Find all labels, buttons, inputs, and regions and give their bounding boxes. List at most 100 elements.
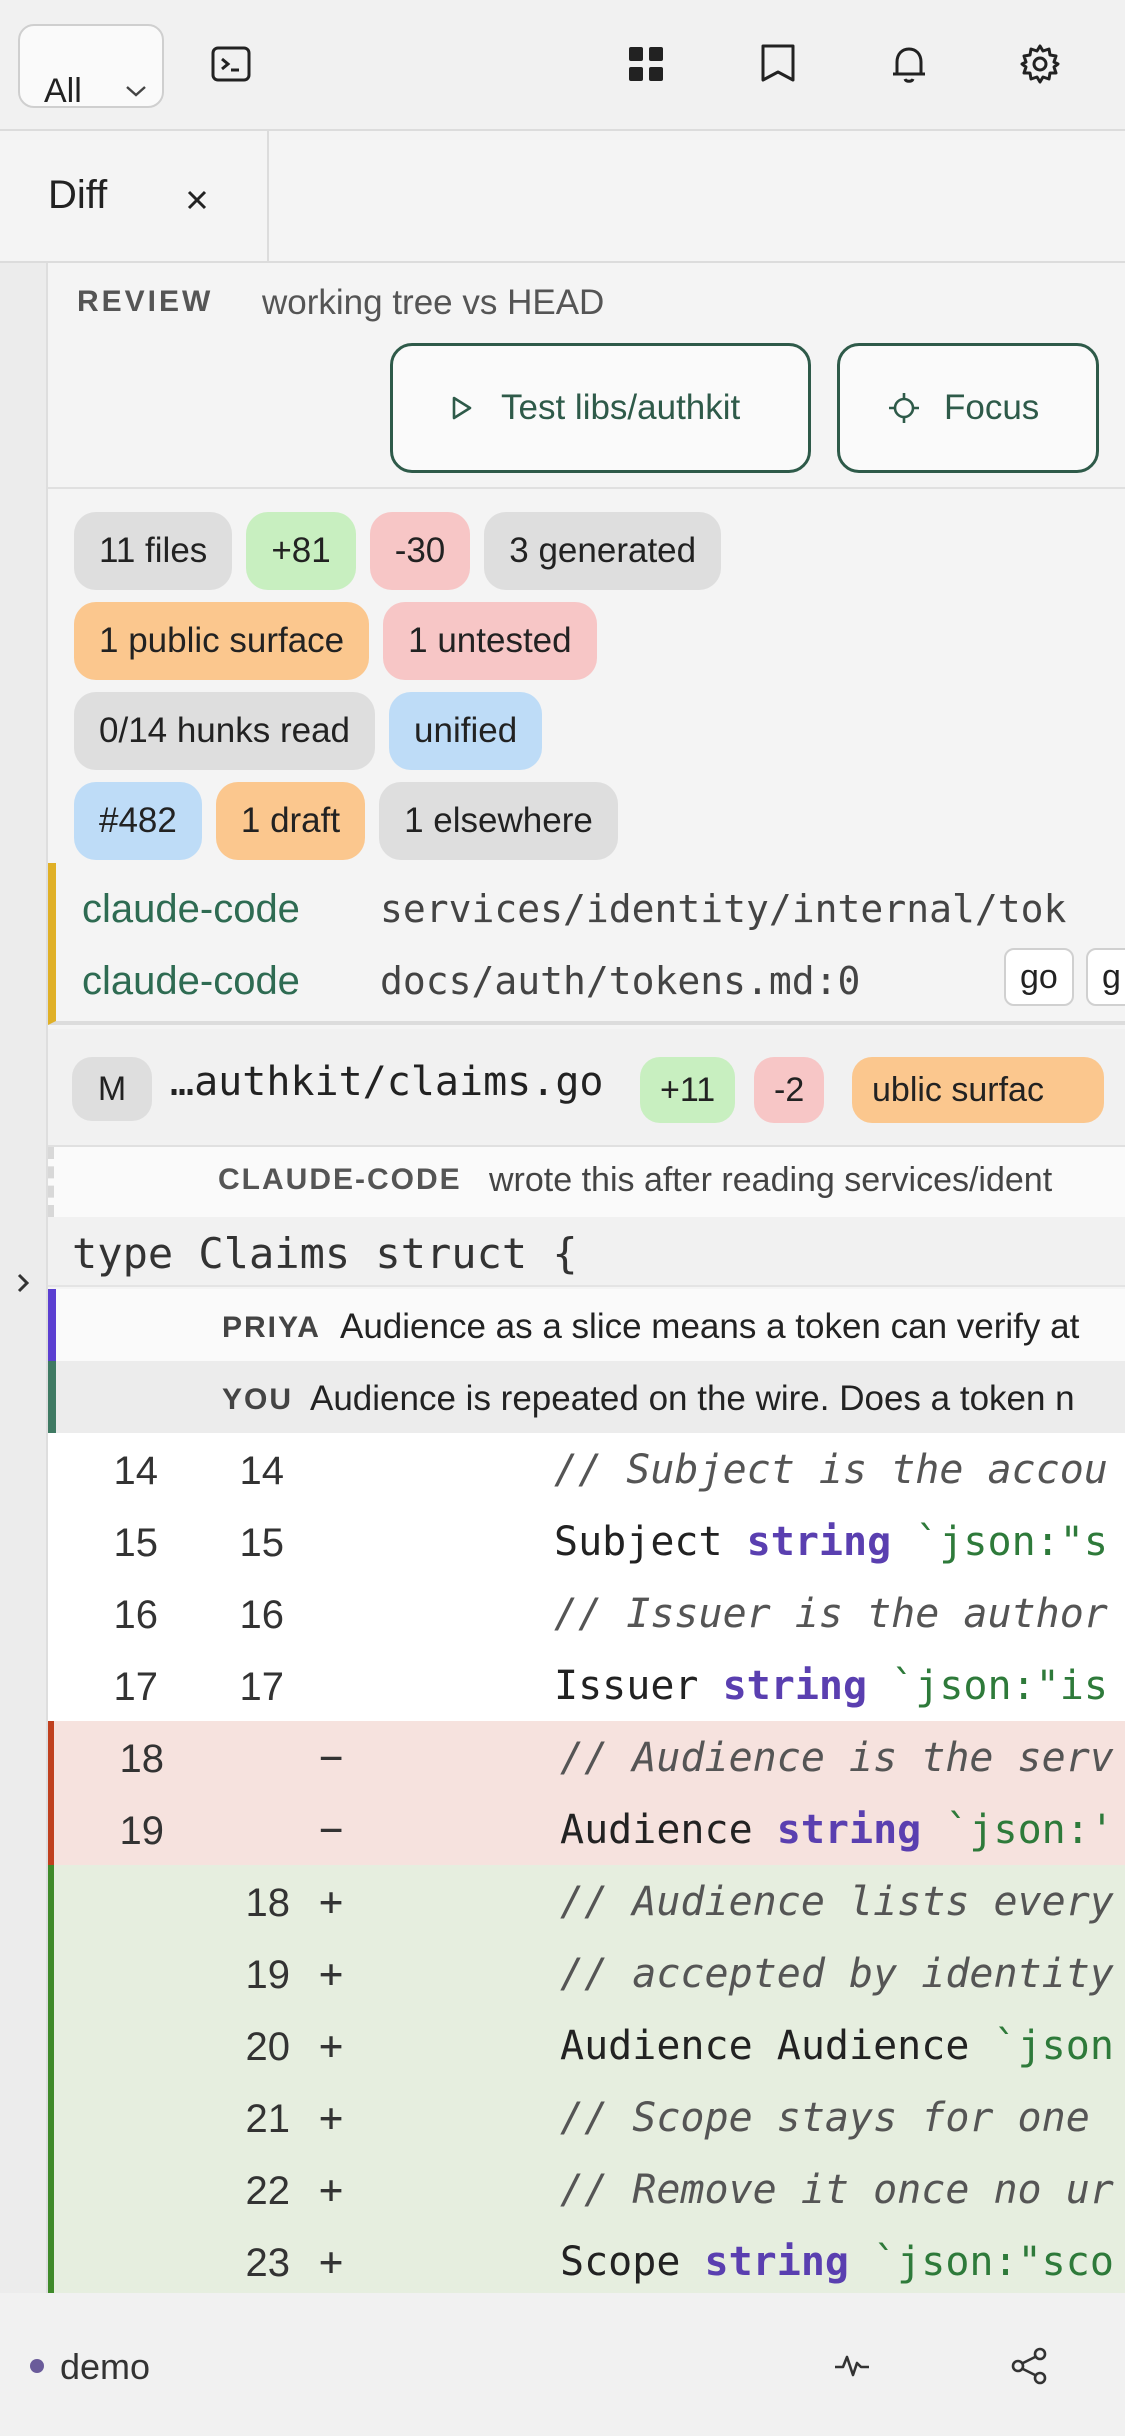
diff-marker: + [318,2239,344,2285]
top-toolbar: All [0,0,1125,131]
code-token: `json:"s [891,1519,1108,1565]
code-text: // Audience is the serv [560,1735,1114,1781]
code-token: Issuer [554,1663,723,1709]
gear-icon[interactable] [1012,36,1068,92]
review-description: working tree vs HEAD [262,283,605,322]
old-line-number: 18 [119,1737,165,1781]
diff-marker: + [318,2023,344,2069]
agent-note-text: wrote this after reading services/ident [489,1161,1053,1199]
tab-diff[interactable]: Diff [0,131,269,261]
session-agent: claude-code [82,886,300,931]
old-line-number: 17 [113,1665,159,1709]
removed-lines-chip: -30 [369,512,471,590]
project-status-dot [30,2359,44,2373]
file-public-surface-chip[interactable]: ublic surfac [852,1057,1104,1123]
diff-line-del[interactable]: 18 − // Audience is the serv [48,1721,1125,1793]
files-count-chip[interactable]: 11 files [74,512,233,590]
diff-line-ctx[interactable]: 16 16 // Issuer is the author [48,1577,1125,1649]
terminal-icon[interactable] [203,36,259,92]
diff-line-add[interactable]: 19 + // accepted by identity [48,1937,1125,2009]
code-token: `json:"sco [849,2239,1114,2285]
old-line-number: 15 [113,1521,159,1565]
crosshair-icon [889,393,919,423]
chevron-right-icon[interactable] [8,1265,40,1301]
code-token: string [704,2239,850,2285]
diff-line-add[interactable]: 22 + // Remove it once no ur [48,2153,1125,2225]
review-header: REVIEW working tree vs HEAD Test libs/au… [48,263,1125,489]
file-header[interactable]: M …authkit/claims.go +11 -2 ublic surfac [48,1029,1125,1147]
scope-select-value: All [44,72,82,110]
code-token: // Remove it once no ur [560,2167,1114,2213]
agent-note: CLAUDE-CODE wrote this after reading ser… [48,1147,1125,1217]
code-text: // Remove it once no ur [560,2167,1114,2213]
code-token: // Subject is the accou [554,1447,1108,1493]
scope-select[interactable]: All [18,24,164,110]
diff-marker: − [318,1735,344,1781]
code-text: Issuer string `json:"is [554,1663,1108,1709]
project-name[interactable]: demo [60,2346,150,2388]
pull-request-chip[interactable]: #482 [74,782,202,860]
chip-row-3: 0/14 hunks read unified [74,692,556,770]
diff-marker: + [318,2167,344,2213]
diff-line-add[interactable]: 20 + Audience Audience `json [48,2009,1125,2081]
code-token: // Audience lists every [560,1879,1114,1925]
diff-line-del[interactable]: 19 − Audience string `json:' [48,1793,1125,1865]
file-removed-chip: -2 [754,1057,825,1123]
close-icon[interactable] [180,183,214,217]
code-token: Subject [554,1519,747,1565]
review-comment[interactable]: YOU Audience is repeated on the wire. Do… [48,1361,1125,1433]
code-text: Subject string `json:"s [554,1519,1108,1565]
diff-line-ctx[interactable]: 17 17 Issuer string `json:"is [48,1649,1125,1721]
focus-button[interactable]: Focus [837,343,1099,473]
diff-marker: + [318,2095,344,2141]
diff-marker: + [318,1879,344,1925]
code-token: // accepted by identity [560,1951,1114,1997]
chip-row-1: 11 files +81 -30 3 generated [74,512,735,590]
code-text: Scope string `json:"sco [560,2239,1114,2285]
review-comment[interactable]: PRIYA Audience as a slice means a token … [48,1289,1125,1361]
next-button[interactable]: g [1086,948,1125,1006]
go-button[interactable]: go [1004,948,1074,1006]
side-gutter [0,263,48,2293]
test-libs-button[interactable]: Test libs/authkit [390,343,811,473]
new-line-number: 22 [245,2169,291,2213]
code-token: `json:"is [867,1663,1108,1709]
file-name[interactable]: …authkit/claims.go [170,1059,603,1105]
code-token: string [746,1519,892,1565]
diff-line-ctx[interactable]: 15 15 Subject string `json:"s [48,1505,1125,1577]
hunks-read-chip[interactable]: 0/14 hunks read [74,692,376,770]
session-row[interactable]: claude-code docs/auth/tokens.md:0 [82,951,860,1011]
review-summary-chips: 11 files +81 -30 3 generated 1 public su… [48,491,1125,861]
chevron-down-icon [126,86,146,97]
focus-button-label: Focus [944,388,1040,427]
new-line-number: 15 [239,1521,285,1565]
bookmark-icon[interactable] [750,36,806,92]
tab-diff-label: Diff [48,173,108,217]
draft-chip[interactable]: 1 draft [215,782,366,860]
view-mode-chip[interactable]: unified [389,692,543,770]
share-icon[interactable] [1006,2343,1052,2389]
diff-line-add[interactable]: 21 + // Scope stays for one [48,2081,1125,2153]
code-text: // accepted by identity [560,1951,1114,1997]
public-surface-chip[interactable]: 1 public surface [74,602,370,680]
activity-icon[interactable] [829,2343,875,2389]
session-row[interactable]: claude-code services/identity/internal/t… [82,879,1066,939]
diff-line-ctx[interactable]: 14 14 // Subject is the accou [48,1433,1125,1505]
grid-icon[interactable] [618,36,674,92]
untested-chip[interactable]: 1 untested [383,602,597,680]
comment-text: Audience is repeated on the wire. Does a… [310,1379,1075,1418]
new-line-number: 17 [239,1665,285,1709]
diff-lines: 14 14 // Subject is the accou 15 15 Subject s… [48,1433,1125,2293]
diff-line-add[interactable]: 23 + Scope string `json:"sco [48,2225,1125,2293]
hunk-context-code: type Claims struct { [72,1229,578,1278]
code-text: Audience string `json:' [560,1807,1114,1853]
code-token: Audience [560,1807,777,1853]
code-text: // Audience lists every [560,1879,1114,1925]
old-line-number: 14 [113,1449,159,1493]
code-text: Audience Audience `json [560,2023,1114,2069]
diff-line-add[interactable]: 18 + // Audience lists every [48,1865,1125,1937]
elsewhere-chip[interactable]: 1 elsewhere [379,782,618,860]
bell-icon[interactable] [881,36,937,92]
generated-chip[interactable]: 3 generated [484,512,722,590]
tab-bar: Diff [0,131,1125,263]
